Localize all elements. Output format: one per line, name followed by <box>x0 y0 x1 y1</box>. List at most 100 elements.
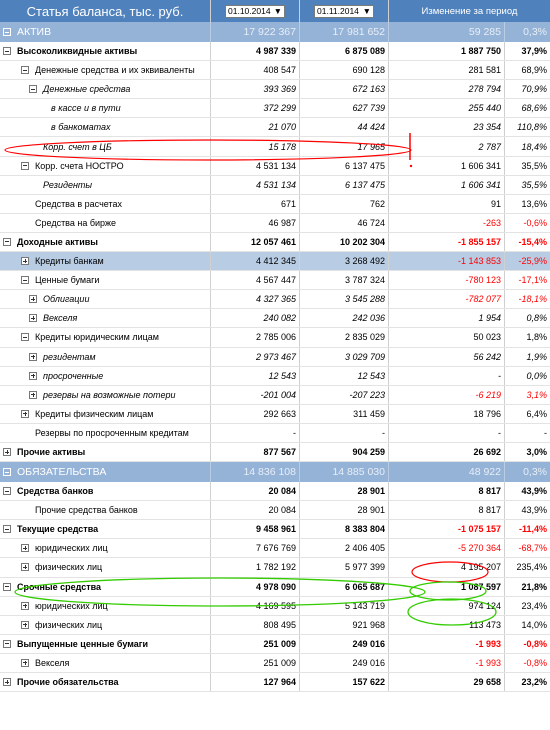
table-row[interactable]: Резиденты 4 531 134 6 137 475 1 606 341 35,5… <box>0 175 550 195</box>
value-date1: 251 009 <box>210 653 299 672</box>
table-row[interactable]: Выпущенные ценные бумаги 251 009 249 016 -1… <box>0 634 550 654</box>
section-row[interactable]: АКТИВ 17 922 367 17 981 652 59 285 0,3% <box>0 22 550 42</box>
table-row[interactable]: Прочие активы 877 567 904 259 26 692 3,0% <box>0 442 550 463</box>
value-date2: 5 143 719 <box>299 596 388 615</box>
table-row[interactable]: Средства на бирже 46 987 46 724 -263 -0,6% <box>0 213 550 233</box>
collapse-icon[interactable] <box>3 639 11 648</box>
collapse-icon[interactable] <box>3 487 11 496</box>
table-row[interactable]: Высоколиквидные активы 4 987 339 6 875 089… <box>0 42 550 62</box>
table-row[interactable]: в банкоматах 21 070 44 424 23 354 110,8% <box>0 118 550 138</box>
table-row[interactable]: Прочие средства банков 20 084 28 901 8 817 4… <box>0 501 550 521</box>
change-value: 23 354 <box>388 118 504 137</box>
row-label-cell: Прочие обязательства <box>0 673 210 691</box>
table-row[interactable]: юридических лиц 4 169 595 5 143 719 974 124… <box>0 596 550 616</box>
row-label-cell: Облигации <box>0 290 210 308</box>
table-row[interactable]: Ценные бумаги 4 567 447 3 787 324 -780 123-… <box>0 271 550 291</box>
expand-icon[interactable] <box>21 620 29 629</box>
change-percent: -0,6% <box>504 213 550 232</box>
collapse-icon[interactable] <box>3 28 11 36</box>
table-row[interactable]: Средства в расчетах 671 762 91 13,6% <box>0 194 550 214</box>
collapse-icon[interactable] <box>3 525 11 534</box>
table-row[interactable]: Векселя 251 009 249 016 -1 993 -0,8% <box>0 653 550 673</box>
collapse-icon[interactable] <box>21 161 29 170</box>
expand-icon[interactable] <box>21 563 29 572</box>
table-row[interactable]: Срочные средства 4 978 090 6 065 687 1 087 … <box>0 577 550 597</box>
expand-icon[interactable] <box>29 295 37 304</box>
table-row[interactable]: Текущие средства 9 458 961 8 383 804 -1 075… <box>0 520 550 540</box>
row-label: физических лиц <box>35 562 103 573</box>
change-value: 59 285 <box>388 22 504 42</box>
table-row[interactable]: Векселя 240 082 242 036 1 954 0,8% <box>0 309 550 329</box>
table-row[interactable]: в кассе и в пути 372 299 627 739 255 440 68,… <box>0 99 550 119</box>
expand-icon[interactable] <box>29 371 37 380</box>
table-row[interactable]: физических лиц 1 782 192 5 977 399 4 195 20… <box>0 558 550 578</box>
table-row[interactable]: просроченные 12 543 12 543-0,0% <box>0 366 550 386</box>
change-value: 1 606 341 <box>388 175 504 194</box>
expand-icon[interactable] <box>21 658 29 667</box>
table-row[interactable]: физических лиц 808 495 921 968 113 473 14,0% <box>0 615 550 635</box>
table-row[interactable]: Облигации 4 327 365 3 545 288 -782 077 -18,1… <box>0 290 550 310</box>
row-label-cell: Ценные бумаги <box>0 271 210 289</box>
table-row[interactable]: Корр. счет в ЦБ 15 178 17 965 2 787 18,4% <box>0 137 550 157</box>
value-date1: 9 458 961 <box>210 520 299 539</box>
row-label-cell: в кассе и в пути <box>0 99 210 117</box>
row-label-cell: Резервы по просроченным кредитам <box>0 424 210 442</box>
collapse-icon[interactable] <box>29 85 37 94</box>
collapse-icon[interactable] <box>21 66 29 75</box>
expand-icon[interactable] <box>29 390 37 399</box>
expand-icon[interactable] <box>29 352 37 361</box>
row-label: Кредиты банкам <box>35 256 104 267</box>
row-label: Резиденты <box>43 179 93 190</box>
table-row[interactable]: Кредиты банкам 4 412 345 3 268 492 -1 143 8… <box>0 252 550 272</box>
expand-icon[interactable] <box>3 448 11 457</box>
table-row[interactable]: Прочие обязательства 127 964 157 622 29 658… <box>0 673 550 693</box>
table-row[interactable]: Кредиты физическим лицам 292 663 311 459 18… <box>0 404 550 424</box>
date2-select[interactable]: 01.11.2014 ▼ <box>314 4 374 18</box>
collapse-icon[interactable] <box>3 47 11 56</box>
table-row[interactable]: Кредиты юридическим лицам 2 785 006 2 835 … <box>0 328 550 348</box>
table-row[interactable]: резидентам 2 973 467 3 029 709 56 242 1,9% <box>0 347 550 367</box>
value-date1: 127 964 <box>210 673 299 692</box>
expand-icon[interactable] <box>29 314 37 323</box>
value-date2: 690 128 <box>299 61 388 80</box>
value-date2: 46 724 <box>299 213 388 232</box>
value-date2: - <box>299 423 388 442</box>
value-date1: -201 004 <box>210 385 299 404</box>
row-label-cell: Денежные средства <box>0 80 210 98</box>
expand-icon[interactable] <box>3 678 11 687</box>
expand-icon[interactable] <box>21 409 29 418</box>
expand-icon[interactable] <box>21 544 29 553</box>
date2-value: 01.11.2014 <box>317 6 359 16</box>
change-value: 1 887 750 <box>388 42 504 61</box>
date1-select[interactable]: 01.10.2014 ▼ <box>225 4 285 18</box>
change-percent: 13,6% <box>504 194 550 213</box>
change-value: 56 242 <box>388 347 504 366</box>
value-date2: 2 835 029 <box>299 328 388 347</box>
change-value: -263 <box>388 213 504 232</box>
value-date1: 15 178 <box>210 137 299 156</box>
collapse-icon[interactable] <box>21 333 29 342</box>
collapse-icon[interactable] <box>21 276 29 285</box>
expand-icon[interactable] <box>21 601 29 610</box>
table-row[interactable]: Корр. счета НОСТРО 4 531 134 6 137 475 1 60… <box>0 156 550 176</box>
table-row[interactable]: Доходные активы 12 057 461 10 202 304 -1 85… <box>0 232 550 253</box>
table-row[interactable]: Средства банков 20 084 28 901 8 817 43,9% <box>0 482 550 502</box>
table-row[interactable]: Резервы по просроченным кредитам - - - - <box>0 423 550 443</box>
table-row[interactable]: юридических лиц 7 676 769 2 406 405 -5 270 … <box>0 539 550 559</box>
expand-icon[interactable] <box>21 257 29 266</box>
row-label: в банкоматах <box>51 122 111 133</box>
table-row[interactable]: резервы на возможные потери -201 004 -207 … <box>0 385 550 405</box>
table-row[interactable]: Денежные средства и их эквиваленты 408 54… <box>0 61 550 81</box>
collapse-icon[interactable] <box>3 468 11 477</box>
value-date1: 4 531 134 <box>210 156 299 175</box>
change-value: -1 075 157 <box>388 520 504 539</box>
value-date1: 408 547 <box>210 61 299 80</box>
table-row[interactable]: Денежные средства 393 369 672 163 278 794 70… <box>0 80 550 100</box>
row-label-cell: юридических лиц <box>0 539 210 557</box>
collapse-icon[interactable] <box>3 582 11 591</box>
collapse-icon[interactable] <box>3 237 11 246</box>
value-date2: 311 459 <box>299 404 388 423</box>
section-row[interactable]: ОБЯЗАТЕЛЬСТВА 14 836 108 14 885 030 48 922 0… <box>0 462 550 483</box>
change-percent: 3,0% <box>504 442 550 462</box>
change-value: 48 922 <box>388 462 504 483</box>
